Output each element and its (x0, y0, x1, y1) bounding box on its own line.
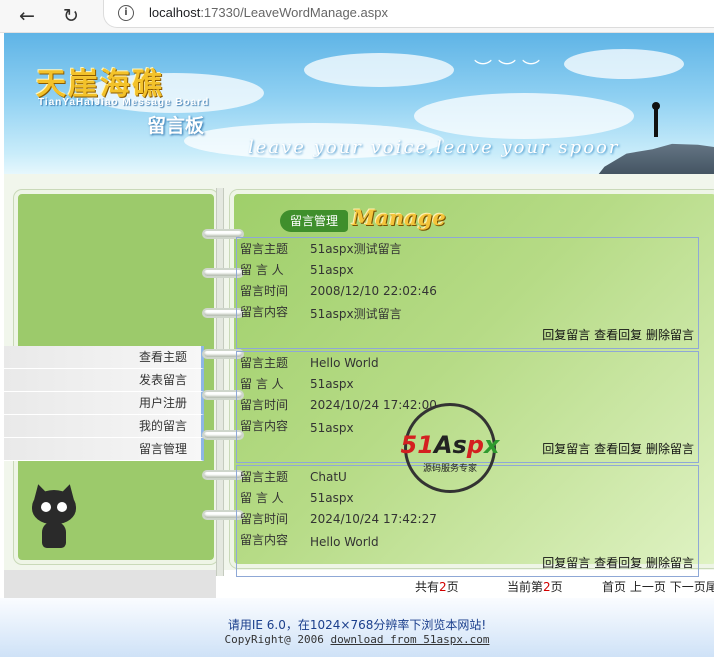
content-label: 留言内容 (240, 305, 289, 319)
reply-link[interactable]: 回复留言 (542, 556, 590, 570)
subject-value: ChatU (310, 470, 347, 484)
person-silhouette-icon (652, 102, 660, 137)
message-actions: 回复留言 查看回复 删除留言 (542, 440, 694, 457)
author-label: 留 言 人 (240, 377, 284, 391)
time-value: 2024/10/24 17:42:27 (310, 512, 437, 526)
section-title-english: Manage (352, 205, 446, 230)
download-link[interactable]: download from 51aspx.com (331, 633, 490, 646)
pager: 共有2页 当前第2页 首页 上一页 下一页尾 (218, 575, 714, 597)
delete-link[interactable]: 删除留言 (646, 442, 694, 456)
section-title: 留言管理 (280, 210, 349, 232)
view-reply-link[interactable]: 查看回复 (594, 556, 642, 570)
sidebar-menu: 查看主题 发表留言 用户注册 我的留言 留言管理 (4, 346, 204, 461)
watermark-logo: 51Aspx 源码服务专家 (388, 403, 512, 493)
url-text[interactable]: localhost:17330/LeaveWordManage.aspx (149, 5, 388, 20)
menu-item-manage-messages[interactable]: 留言管理 (4, 438, 204, 461)
reload-icon[interactable]: ↻ (58, 3, 84, 29)
subject-label: 留言主题 (240, 356, 289, 370)
author-label: 留 言 人 (240, 263, 284, 277)
copyright: CopyRight@ 2006 download from 51aspx.com (224, 633, 490, 646)
banner-slogan: leave your voice,leave your spoor (248, 137, 620, 158)
time-label: 留言时间 (240, 284, 289, 298)
content-label: 留言内容 (240, 419, 289, 433)
content-label: 留言内容 (240, 533, 289, 547)
site-logo-subtitle: 留言板 (147, 115, 205, 137)
info-icon[interactable]: i (118, 5, 134, 21)
author-value: 51aspx (310, 491, 354, 505)
delete-link[interactable]: 删除留言 (646, 556, 694, 570)
pager-links: 首页 上一页 下一页尾 (602, 578, 714, 595)
last-page-link[interactable]: 尾 (706, 580, 714, 594)
pager-current: 当前第2页 (507, 580, 563, 594)
back-arrow-icon[interactable]: ← (14, 3, 40, 29)
page-footer: 请用IE 6.0，在1024×768分辨率下浏览本网站! CopyRight@ … (0, 598, 714, 657)
subject-label: 留言主题 (240, 470, 289, 484)
view-reply-link[interactable]: 查看回复 (594, 442, 642, 456)
time-label: 留言时间 (240, 398, 289, 412)
reply-link[interactable]: 回复留言 (542, 328, 590, 342)
menu-item-post-message[interactable]: 发表留言 (4, 369, 204, 392)
author-value: 51aspx (310, 377, 354, 391)
site-banner: ︶︶︶ 天崖海礁 TianYaHaiJiao Message Board 留言板… (4, 33, 714, 174)
subject-value: 51aspx测试留言 (310, 242, 402, 256)
next-page-link[interactable]: 下一页 (670, 580, 706, 594)
browser-recommendation: 请用IE 6.0，在1024×768分辨率下浏览本网站! (227, 618, 487, 632)
content-value: 51aspx (310, 421, 354, 435)
browser-toolbar: ← ↻ i localhost:17330/LeaveWordManage.as… (0, 0, 714, 33)
message-actions: 回复留言 查看回复 删除留言 (542, 326, 694, 343)
reply-link[interactable]: 回复留言 (542, 442, 590, 456)
message-card: 留言主题 51aspx测试留言 留 言 人 51aspx 留言时间 2008/1… (236, 237, 699, 349)
message-actions: 回复留言 查看回复 删除留言 (542, 554, 694, 571)
author-label: 留 言 人 (240, 491, 284, 505)
author-value: 51aspx (310, 263, 354, 277)
first-page-link[interactable]: 首页 (602, 580, 626, 594)
menu-item-my-messages[interactable]: 我的留言 (4, 415, 204, 438)
pager-left-strip (4, 570, 216, 598)
time-label: 留言时间 (240, 512, 289, 526)
menu-item-register[interactable]: 用户注册 (4, 392, 204, 415)
prev-page-link[interactable]: 上一页 (630, 580, 666, 594)
subject-label: 留言主题 (240, 242, 289, 256)
time-value: 2008/12/10 22:02:46 (310, 284, 437, 298)
content-value: 51aspx测试留言 (310, 307, 402, 321)
cat-mascot-icon (30, 482, 78, 550)
site-logo-english: TianYaHaiJiao Message Board (38, 97, 210, 108)
delete-link[interactable]: 删除留言 (646, 328, 694, 342)
birds-icon: ︶︶︶ (474, 59, 546, 80)
pager-total: 共有2页 (415, 580, 459, 594)
content-value: Hello World (310, 535, 379, 549)
address-bar[interactable]: i localhost:17330/LeaveWordManage.aspx (103, 0, 714, 28)
view-reply-link[interactable]: 查看回复 (594, 328, 642, 342)
subject-value: Hello World (310, 356, 379, 370)
menu-item-view-topics[interactable]: 查看主题 (4, 346, 204, 369)
